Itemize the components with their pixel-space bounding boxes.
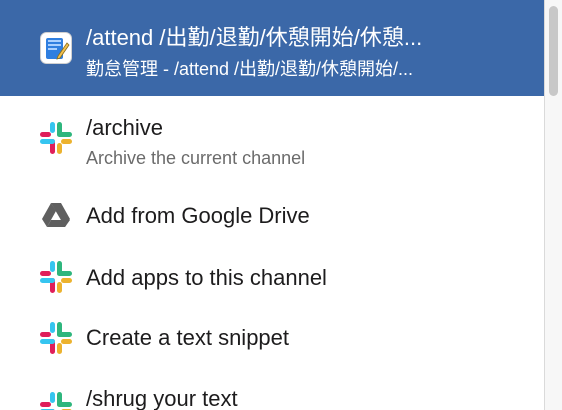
command-title: Add apps to this channel [86, 265, 327, 290]
command-title: /attend /出勤/退勤/休憩開始/休憩... [86, 25, 423, 50]
slack-icon [40, 122, 72, 154]
scrollbar-thumb[interactable] [549, 6, 558, 96]
command-item-add-apps[interactable]: Add apps to this channel [0, 248, 544, 308]
command-item-text-snippet[interactable]: Create a text snippet [0, 308, 544, 368]
slack-icon [40, 322, 72, 354]
command-autocomplete-list: /attend /出勤/退勤/休憩開始/休憩... 勤怠管理 - /attend… [0, 0, 545, 410]
attendance-app-icon [40, 32, 72, 64]
command-title: /shrug your text [86, 386, 238, 410]
google-drive-icon [42, 202, 70, 230]
command-description: Archive the current channel [86, 148, 306, 168]
command-item-google-drive[interactable]: Add from Google Drive [0, 186, 544, 246]
command-title: Create a text snippet [86, 325, 290, 350]
command-item-archive[interactable]: /archive Archive the current channel [0, 100, 544, 180]
command-title: /archive [86, 115, 164, 140]
command-title: Add from Google Drive [86, 203, 310, 228]
command-item-shrug[interactable]: /shrug your text [0, 372, 544, 410]
slack-icon [40, 392, 72, 410]
command-description: 勤怠管理 - /attend /出勤/退勤/休憩開始/... [86, 59, 414, 79]
slack-icon [40, 261, 72, 293]
command-item-attend[interactable]: /attend /出勤/退勤/休憩開始/休憩... 勤怠管理 - /attend… [0, 0, 544, 96]
